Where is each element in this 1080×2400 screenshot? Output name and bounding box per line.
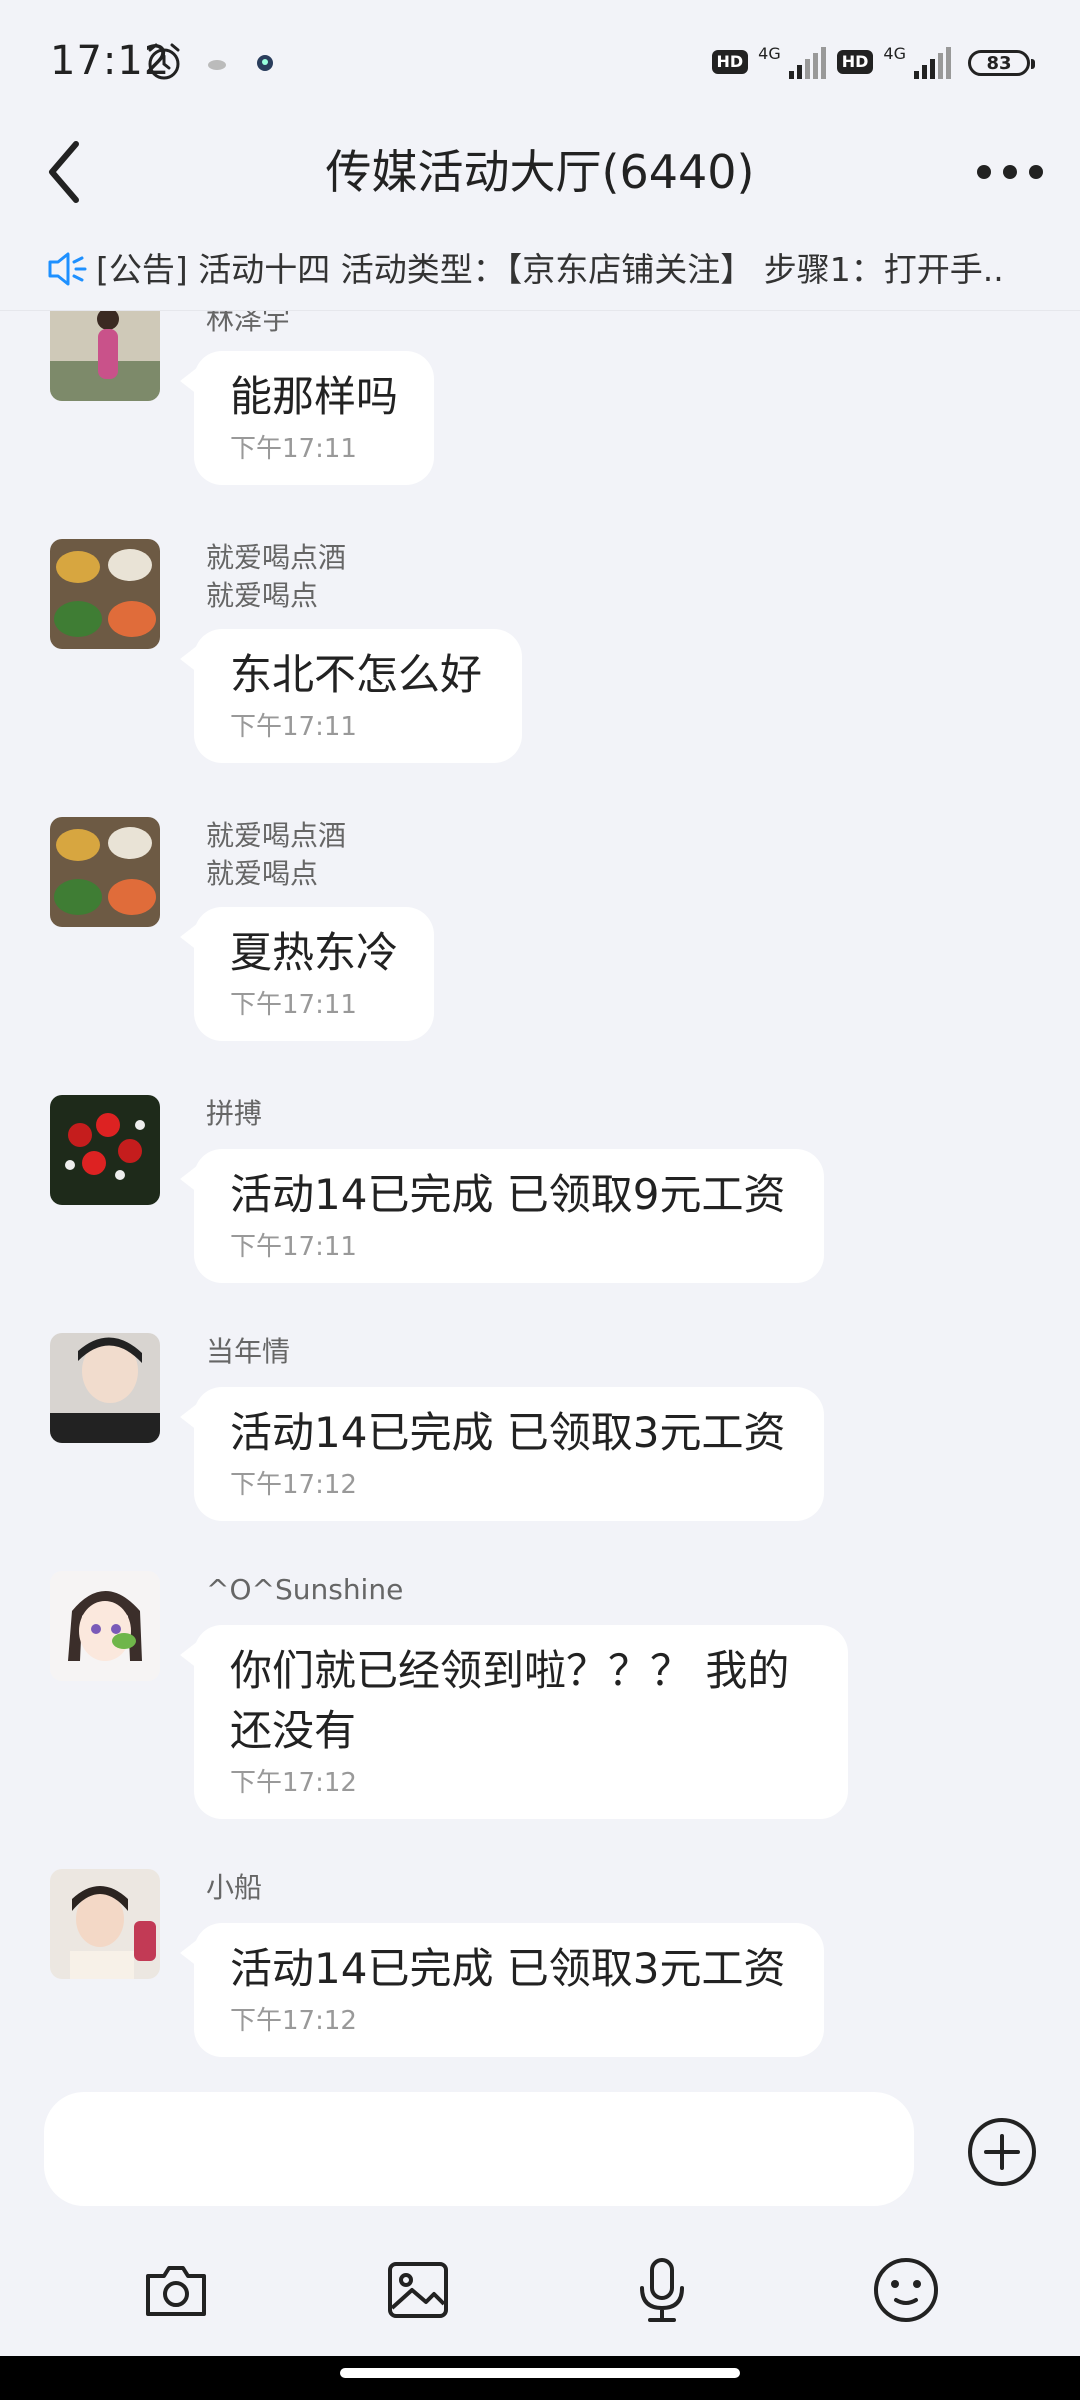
sender-name: ^O^Sunshine bbox=[206, 1573, 404, 1606]
avatar[interactable] bbox=[50, 1333, 160, 1443]
message-bubble[interactable]: 夏热东冷 下午17:11 bbox=[180, 907, 434, 1041]
toolbar bbox=[0, 2254, 1080, 2334]
hd-badge-2: HD bbox=[836, 50, 874, 74]
plus-icon[interactable] bbox=[966, 2116, 1038, 2188]
sender-name: 当年情 bbox=[206, 1335, 291, 1368]
message-time: 下午17:12 bbox=[230, 1470, 357, 1500]
avatar[interactable] bbox=[50, 817, 160, 927]
message-bubble[interactable]: 活动14已完成 已领取3元工资 下午17:12 bbox=[180, 1923, 824, 2057]
avatar[interactable] bbox=[50, 539, 160, 649]
battery-level: 83 bbox=[986, 52, 1012, 74]
chat-header: 传媒活动大厅(6440) bbox=[0, 120, 1080, 230]
more-icon[interactable] bbox=[970, 142, 1050, 202]
message-bubble[interactable]: 活动14已完成 已领取9元工资 下午17:11 bbox=[180, 1149, 824, 1283]
message-time: 下午17:12 bbox=[230, 1768, 357, 1798]
sender-name: 就爱喝点酒 就爱喝点 bbox=[206, 819, 347, 890]
network-type-1: 4G bbox=[758, 43, 781, 63]
sender-name: 小船 bbox=[206, 1871, 263, 1904]
message-text: 你们就已经领到啦？？？ 我的 还没有 bbox=[230, 1646, 790, 1755]
message-time: 下午17:11 bbox=[230, 1232, 357, 1262]
hd-badge-1: HD bbox=[711, 50, 749, 74]
message-text: 活动14已完成 已领取9元工资 bbox=[230, 1170, 786, 1219]
message-text: 活动14已完成 已领取3元工资 bbox=[230, 1408, 786, 1457]
home-indicator[interactable] bbox=[340, 2368, 740, 2378]
avatar[interactable] bbox=[50, 1571, 160, 1681]
message-bubble[interactable]: 你们就已经领到啦？？？ 我的 还没有 下午17:12 bbox=[180, 1625, 848, 1819]
sender-name: 就爱喝点酒 就爱喝点 bbox=[206, 541, 347, 612]
avatar[interactable] bbox=[50, 1095, 160, 1205]
message-time: 下午17:11 bbox=[230, 434, 357, 464]
composer bbox=[0, 2066, 1080, 2400]
status-bar: 17:12 HD 4G HD 4G 83 bbox=[0, 0, 1080, 120]
signal-group: HD 4G HD 4G bbox=[711, 42, 953, 82]
image-icon[interactable] bbox=[382, 2254, 454, 2326]
alarm-icon bbox=[148, 43, 180, 80]
message-time: 下午17:12 bbox=[230, 2006, 357, 2036]
message-time: 下午17:11 bbox=[230, 712, 357, 742]
announcement-text: [公告] 活动十四 活动类型：【京东店铺关注】 步骤1：打开手.. bbox=[96, 250, 1004, 289]
app-notification-icon bbox=[257, 55, 273, 71]
announcement-bar[interactable]: [公告] 活动十四 活动类型：【京东店铺关注】 步骤1：打开手.. bbox=[0, 230, 1080, 311]
message-text: 能那样吗 bbox=[230, 372, 399, 421]
cloud-icon bbox=[208, 60, 226, 70]
signal-strength-icon-2 bbox=[914, 47, 951, 79]
sender-name: 拼搏 bbox=[206, 1097, 263, 1130]
signal-strength-icon-1 bbox=[788, 47, 826, 79]
message-text: 夏热东冷 bbox=[230, 928, 399, 977]
speaker-icon bbox=[48, 252, 87, 286]
navigation-bar bbox=[0, 2356, 1080, 2400]
microphone-icon[interactable] bbox=[626, 2254, 698, 2326]
page-title: 传媒活动大厅(6440) bbox=[325, 145, 755, 199]
network-type-2: 4G bbox=[883, 43, 906, 63]
emoji-icon[interactable] bbox=[870, 2254, 942, 2326]
message-list[interactable]: 林泽宇 能那样吗 下午17:11 就爱喝点酒 就爱喝点 东北不怎么好 下午17:… bbox=[0, 311, 1080, 2066]
avatar[interactable] bbox=[50, 1869, 160, 1979]
message-input[interactable] bbox=[44, 2092, 914, 2206]
message-text: 活动14已完成 已领取3元工资 bbox=[230, 1944, 786, 1993]
avatar[interactable] bbox=[50, 311, 160, 401]
battery-icon: 83 bbox=[968, 50, 1035, 76]
message-bubble[interactable]: 东北不怎么好 下午17:11 bbox=[180, 629, 522, 763]
camera-icon[interactable] bbox=[140, 2254, 212, 2326]
message-bubble[interactable]: 能那样吗 下午17:11 bbox=[180, 351, 434, 485]
message-bubble[interactable]: 活动14已完成 已领取3元工资 下午17:12 bbox=[180, 1387, 824, 1521]
sender-name: 林泽宇 bbox=[206, 311, 291, 336]
message-text: 东北不怎么好 bbox=[230, 650, 483, 699]
message-time: 下午17:11 bbox=[230, 990, 357, 1020]
